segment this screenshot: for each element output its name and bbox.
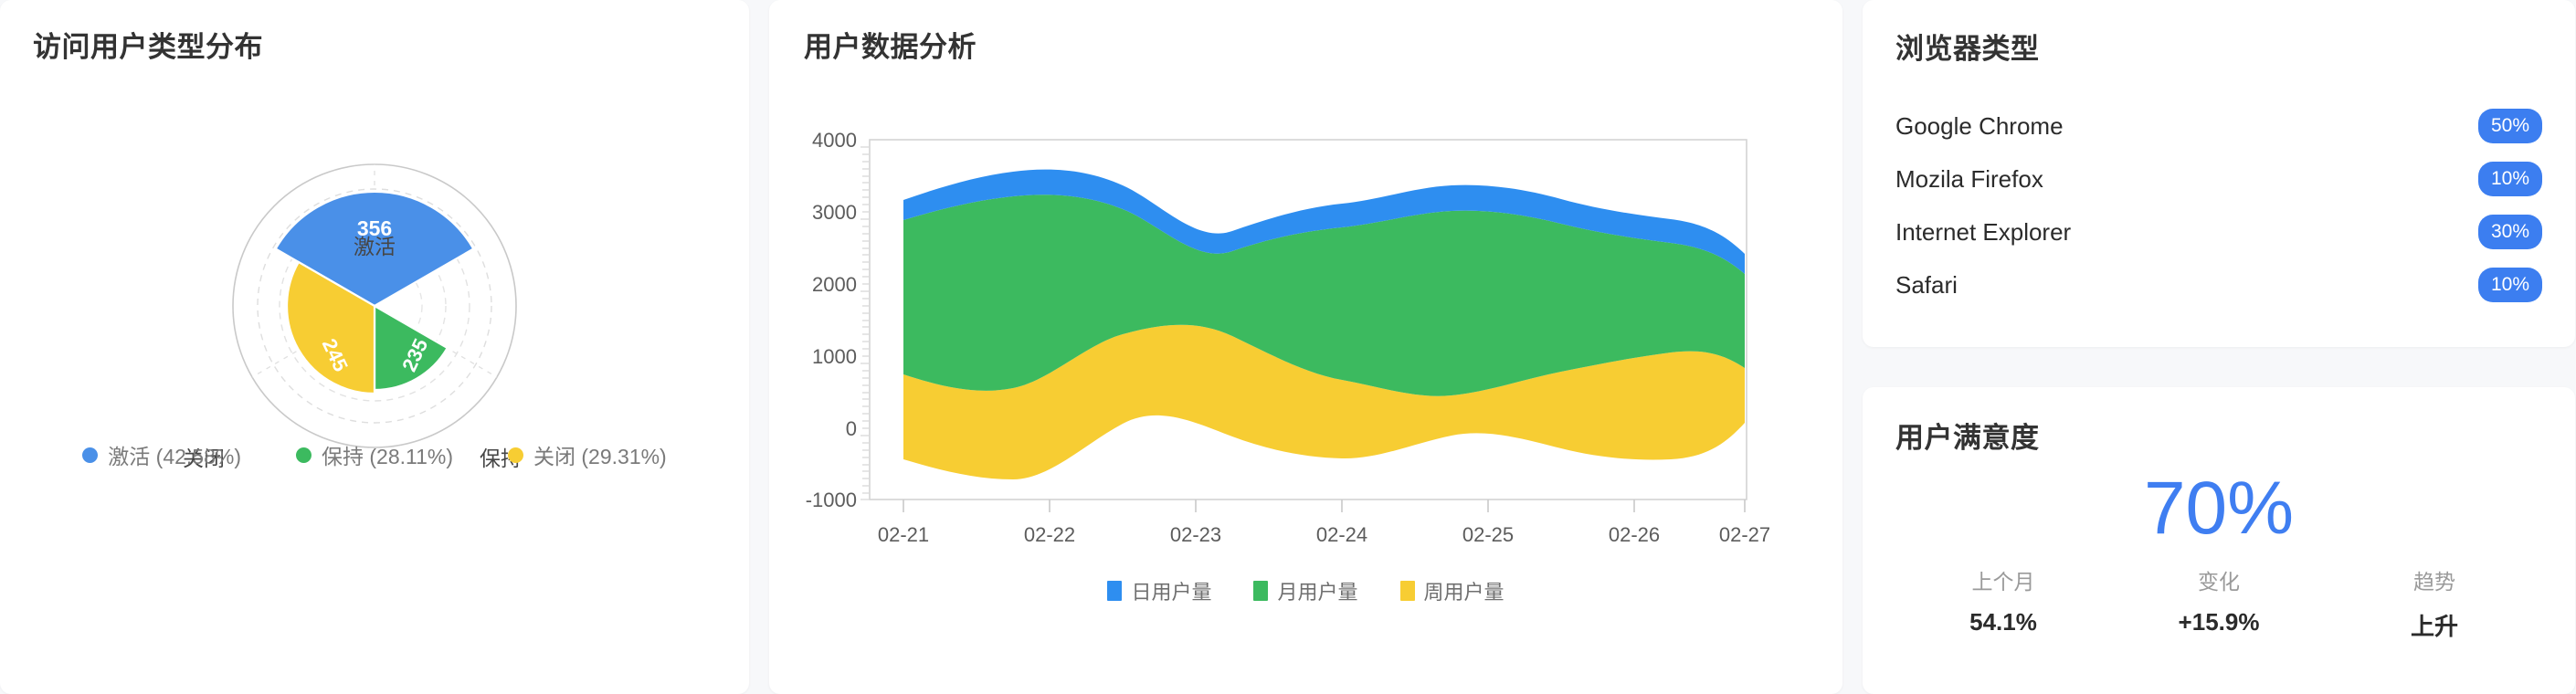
legend-item-retained[interactable]: 保持 (28.11%) — [295, 439, 453, 470]
satisfaction-value: 70% — [2143, 467, 2295, 550]
browser-percent-ie: 30% — [2477, 215, 2542, 249]
ytick-3000: 3000 — [812, 201, 857, 224]
xtick-2: 02-23 — [1170, 523, 1221, 546]
ytick-0: 0 — [846, 417, 857, 440]
legend-dot-retained — [295, 447, 311, 463]
xtick-4: 02-25 — [1462, 523, 1514, 546]
browser-row-ie[interactable]: Internet Explorer 30% — [1895, 205, 2542, 258]
legend-item-monthly[interactable]: 月用户量 — [1253, 576, 1358, 605]
user-analysis-title: 用户数据分析 — [804, 31, 977, 63]
legend-swatch-daily — [1107, 581, 1123, 601]
browser-row-firefox[interactable]: Mozila Firefox 10% — [1895, 152, 2542, 205]
legend-item-closed[interactable]: 关闭 (29.31%) — [508, 439, 667, 470]
xtick-6: 02-27 — [1719, 523, 1770, 546]
area-chart-svg: 4000 3000 2000 1000 0 -1000 02-21 02-22 … — [806, 129, 1770, 546]
x-ticks — [903, 499, 1746, 512]
legend-label-daily: 日用户量 — [1131, 581, 1212, 604]
legend-label-closed: 关闭 (29.31%) — [533, 445, 667, 468]
browser-list: Google Chrome 50% Mozila Firefox 10% Int… — [1895, 100, 2542, 311]
browser-name-firefox: Mozila Firefox — [1895, 164, 2043, 193]
browser-name-chrome: Google Chrome — [1895, 111, 2064, 140]
legend-item-active[interactable]: 激活 (42.58%) — [82, 439, 241, 470]
stat-trend: 趋势 上升 — [2327, 564, 2542, 642]
stat-last-month-value: 54.1% — [1969, 607, 2037, 636]
satisfaction-stats: 上个月 54.1% 变化 +15.9% 趋势 上升 — [1895, 564, 2542, 642]
legend-label-active: 激活 (42.58%) — [108, 445, 241, 468]
stat-change: 变化 +15.9% — [2111, 564, 2327, 642]
area-legend: 日用户量 月用户量 周用户量 — [769, 576, 1842, 605]
xtick-5: 02-26 — [1609, 523, 1660, 546]
rose-legend: 激活 (42.58%) 保持 (28.11%) 关闭 (29.31%) — [0, 439, 749, 470]
legend-label-weekly: 周用户量 — [1423, 581, 1504, 604]
rose-chart: 356 235 245 激活 保持 关闭 激活 (42.58%) 保持 (28.… — [0, 65, 749, 549]
user-analysis-card: 用户数据分析 4000 3000 2000 1000 0 -1000 02-21… — [769, 0, 1842, 694]
browser-row-chrome[interactable]: Google Chrome 50% — [1895, 100, 2542, 152]
right-column: 浏览器类型 Google Chrome 50% Mozila Firefox 1… — [1863, 0, 2575, 694]
stat-last-month-label: 上个月 — [1971, 569, 2035, 594]
legend-swatch-monthly — [1253, 581, 1269, 601]
xtick-3: 02-24 — [1316, 523, 1367, 546]
browser-row-safari[interactable]: Safari 10% — [1895, 258, 2542, 311]
stat-trend-value: 上升 — [2410, 612, 2458, 640]
visitor-type-card: 访问用户类型分布 356 235 245 激活 保持 关闭 激活 (42.58%… — [0, 0, 749, 694]
ytick-1000: 1000 — [812, 345, 857, 368]
dashboard-root: 访问用户类型分布 356 235 245 激活 保持 关闭 激活 (42.58%… — [0, 0, 2576, 694]
area-chart: 4000 3000 2000 1000 0 -1000 02-21 02-22 … — [769, 65, 1842, 649]
browser-percent-safari: 10% — [2477, 268, 2542, 302]
ytick-4000: 4000 — [812, 129, 857, 152]
stat-change-label: 变化 — [2198, 569, 2240, 594]
browser-percent-chrome: 50% — [2477, 109, 2542, 143]
browser-types-card: 浏览器类型 Google Chrome 50% Mozila Firefox 1… — [1863, 0, 2575, 347]
stat-change-value: +15.9% — [2178, 607, 2260, 636]
browser-name-safari: Safari — [1895, 270, 1958, 299]
ytick-2000: 2000 — [812, 273, 857, 296]
visitor-type-title: 访问用户类型分布 — [33, 31, 263, 63]
legend-dot-closed — [508, 447, 523, 463]
browser-types-title: 浏览器类型 — [1895, 33, 2040, 65]
rose-chart-svg: 356 235 245 — [232, 163, 517, 448]
ytick--1000: -1000 — [806, 489, 857, 511]
browser-percent-firefox: 10% — [2477, 162, 2542, 196]
stat-last-month: 上个月 54.1% — [1895, 564, 2111, 642]
legend-item-daily[interactable]: 日用户量 — [1107, 576, 1211, 605]
y-minor-ticks — [860, 146, 870, 500]
browser-name-ie: Internet Explorer — [1895, 217, 2072, 246]
satisfaction-card: 用户满意度 70% 上个月 54.1% 变化 +15.9% 趋势 上升 — [1863, 387, 2575, 694]
xtick-1: 02-22 — [1024, 523, 1075, 546]
xtick-0: 02-21 — [878, 523, 929, 546]
rose-axis-label-active: 激活 — [354, 235, 396, 258]
legend-dot-active — [82, 447, 99, 463]
legend-swatch-weekly — [1399, 581, 1415, 601]
legend-label-monthly: 月用户量 — [1277, 581, 1358, 604]
legend-label-retained: 保持 (28.11%) — [321, 445, 453, 468]
stat-trend-label: 趋势 — [2413, 569, 2455, 594]
satisfaction-title: 用户满意度 — [1895, 422, 2040, 454]
legend-item-weekly[interactable]: 周用户量 — [1399, 576, 1504, 605]
